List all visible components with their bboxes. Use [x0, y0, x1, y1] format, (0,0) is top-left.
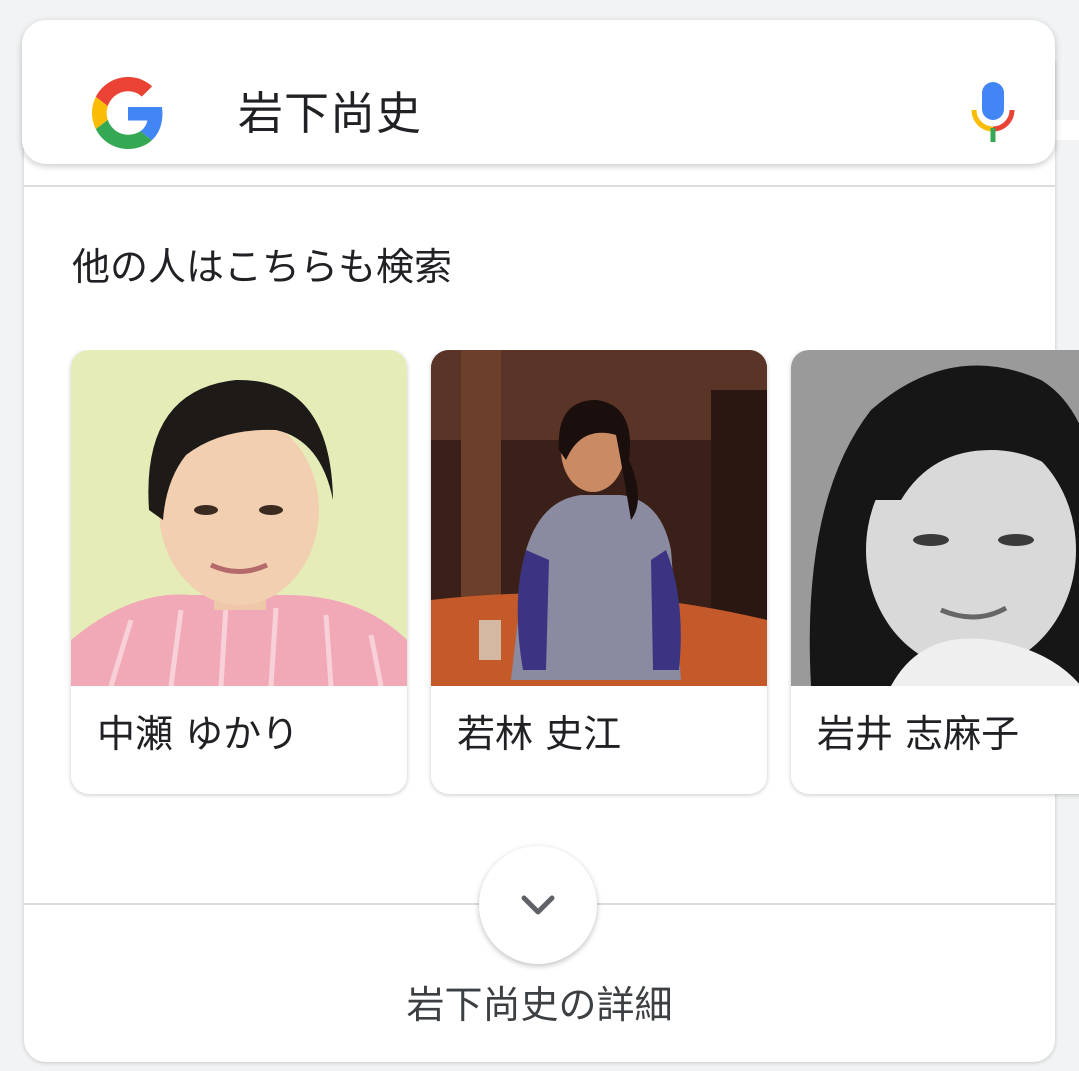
- person-card-3[interactable]: 岩井 志麻子: [791, 350, 1079, 794]
- expand-button[interactable]: [479, 846, 597, 964]
- person-card-1[interactable]: 中瀬 ゆかり: [71, 350, 407, 794]
- person-photo[interactable]: [431, 350, 767, 686]
- people-carousel[interactable]: 中瀬 ゆかり 若林 史江 岩井 志麻子: [0, 350, 1079, 800]
- search-query-input[interactable]: 岩下尚史: [238, 84, 422, 144]
- person-name[interactable]: 若林 史江: [457, 708, 621, 760]
- chevron-down-icon: [521, 895, 555, 915]
- microphone-icon[interactable]: [970, 80, 1016, 144]
- person-name[interactable]: 中瀬 ゆかり: [97, 708, 299, 760]
- divider: [24, 185, 1055, 187]
- person-photo[interactable]: [71, 350, 407, 686]
- person-photo[interactable]: [791, 350, 1079, 686]
- search-bar[interactable]: 岩下尚史: [22, 20, 1055, 164]
- person-card-2[interactable]: 若林 史江: [431, 350, 767, 794]
- more-about-link[interactable]: 岩下尚史の詳細: [0, 978, 1079, 1032]
- google-g-icon[interactable]: [92, 77, 164, 149]
- background-edge: [1055, 120, 1079, 140]
- person-name[interactable]: 岩井 志麻子: [817, 708, 1019, 760]
- people-also-search-title: 他の人はこちらも検索: [72, 245, 453, 289]
